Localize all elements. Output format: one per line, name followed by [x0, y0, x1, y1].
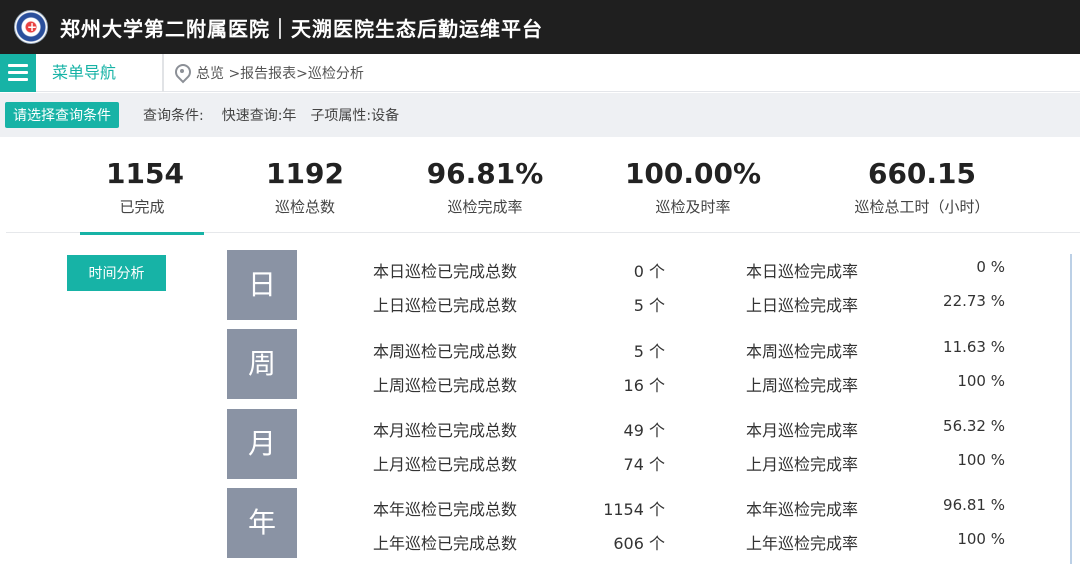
row-count: 16 个 — [623, 376, 665, 395]
stat-completion-rate[interactable]: 96.81% 巡检完成率 — [420, 158, 550, 217]
row-label: 上月巡检已完成总数 — [373, 455, 518, 474]
hamburger-icon — [8, 64, 28, 67]
rate-label: 上日巡检完成率 — [746, 296, 859, 315]
site-title: 郑州大学第二附属医院｜天溯医院生态后勤运维平台 — [60, 16, 543, 41]
stat-total[interactable]: 1192 巡检总数 — [262, 158, 348, 217]
time-analysis-button[interactable]: 时间分析 — [67, 255, 166, 291]
period-week-box: 周 — [227, 329, 297, 399]
menu-nav-label[interactable]: 菜单导航 — [36, 53, 164, 92]
quick-query-value: 快速查询:年 — [221, 108, 297, 124]
stat-timely-rate[interactable]: 100.00% 巡检及时率 — [620, 158, 766, 217]
rate-value: 100 % — [957, 451, 1005, 469]
row-label: 本年巡检已完成总数 — [373, 500, 518, 519]
row-label: 本月巡检已完成总数 — [373, 421, 518, 440]
rate-value: 100 % — [957, 530, 1005, 548]
stat-value: 1192 — [266, 157, 344, 190]
stat-work-hours[interactable]: 660.15 巡检总工时（小时） — [832, 158, 1012, 217]
rate-label: 上周巡检完成率 — [746, 376, 859, 395]
rate-value: 56.32 % — [943, 417, 1005, 435]
filter-bar: 请选择查询条件 查询条件: 快速查询:年 子项属性:设备 — [0, 93, 1080, 137]
rate-label: 本月巡检完成率 — [746, 421, 859, 440]
row-label: 本周巡检已完成总数 — [373, 342, 518, 361]
rate-label: 上月巡检完成率 — [746, 455, 859, 474]
rate-label: 本日巡检完成率 — [746, 262, 859, 281]
hamburger-icon — [8, 78, 28, 81]
menu-toggle-button[interactable] — [0, 53, 36, 92]
stat-label: 巡检及时率 — [655, 198, 731, 216]
stat-label: 巡检完成率 — [447, 198, 523, 216]
row-label: 本日巡检已完成总数 — [373, 262, 518, 281]
stat-label: 巡检总工时（小时） — [854, 198, 990, 216]
rate-label: 本年巡检完成率 — [746, 500, 859, 519]
stats-summary: 1154 已完成 1192 巡检总数 96.81% 巡检完成率 100.00% … — [6, 140, 1080, 235]
scrollbar-track[interactable] — [1070, 254, 1072, 564]
stat-label: 巡检总数 — [274, 198, 335, 216]
location-pin-icon — [174, 63, 190, 83]
row-label: 上年巡检已完成总数 — [373, 534, 518, 553]
rate-value: 100 % — [957, 372, 1005, 390]
condition-label: 查询条件: — [143, 108, 204, 124]
stat-value: 100.00% — [624, 157, 762, 190]
rate-value: 11.63 % — [943, 338, 1005, 356]
row-label: 上周巡检已完成总数 — [373, 376, 518, 395]
hospital-logo-icon — [14, 10, 49, 45]
row-count: 5 个 — [633, 296, 665, 315]
row-count: 49 个 — [623, 421, 665, 440]
top-header: 郑州大学第二附属医院｜天溯医院生态后勤运维平台 — [0, 0, 1080, 54]
period-month-box: 月 — [227, 409, 297, 479]
select-query-button[interactable]: 请选择查询条件 — [5, 102, 119, 128]
period-year-box: 年 — [227, 488, 297, 558]
hamburger-icon — [8, 71, 28, 74]
stat-completed[interactable]: 1154 已完成 — [80, 157, 204, 235]
rate-value: 0 % — [976, 258, 1005, 276]
breadcrumb: 总览 >报告报表>巡检分析 — [196, 65, 364, 82]
stat-label: 已完成 — [119, 198, 165, 216]
rate-value: 22.73 % — [943, 292, 1005, 310]
rate-value: 96.81 % — [943, 496, 1005, 514]
nav-bar: 菜单导航 总览 >报告报表>巡检分析 — [0, 53, 1080, 92]
rate-label: 本周巡检完成率 — [746, 342, 859, 361]
row-count: 74 个 — [623, 455, 665, 474]
rate-label: 上年巡检完成率 — [746, 534, 859, 553]
row-label: 上日巡检已完成总数 — [373, 296, 518, 315]
stat-value: 660.15 — [867, 157, 977, 190]
row-count: 5 个 — [633, 342, 665, 361]
stat-value: 1154 — [106, 157, 184, 190]
sub-attribute-value: 子项属性:设备 — [310, 108, 400, 124]
stat-value: 96.81% — [426, 157, 544, 190]
row-count: 606 个 — [613, 534, 665, 553]
period-day-box: 日 — [227, 250, 297, 320]
row-count: 1154 个 — [603, 500, 665, 519]
row-count: 0 个 — [633, 262, 665, 281]
